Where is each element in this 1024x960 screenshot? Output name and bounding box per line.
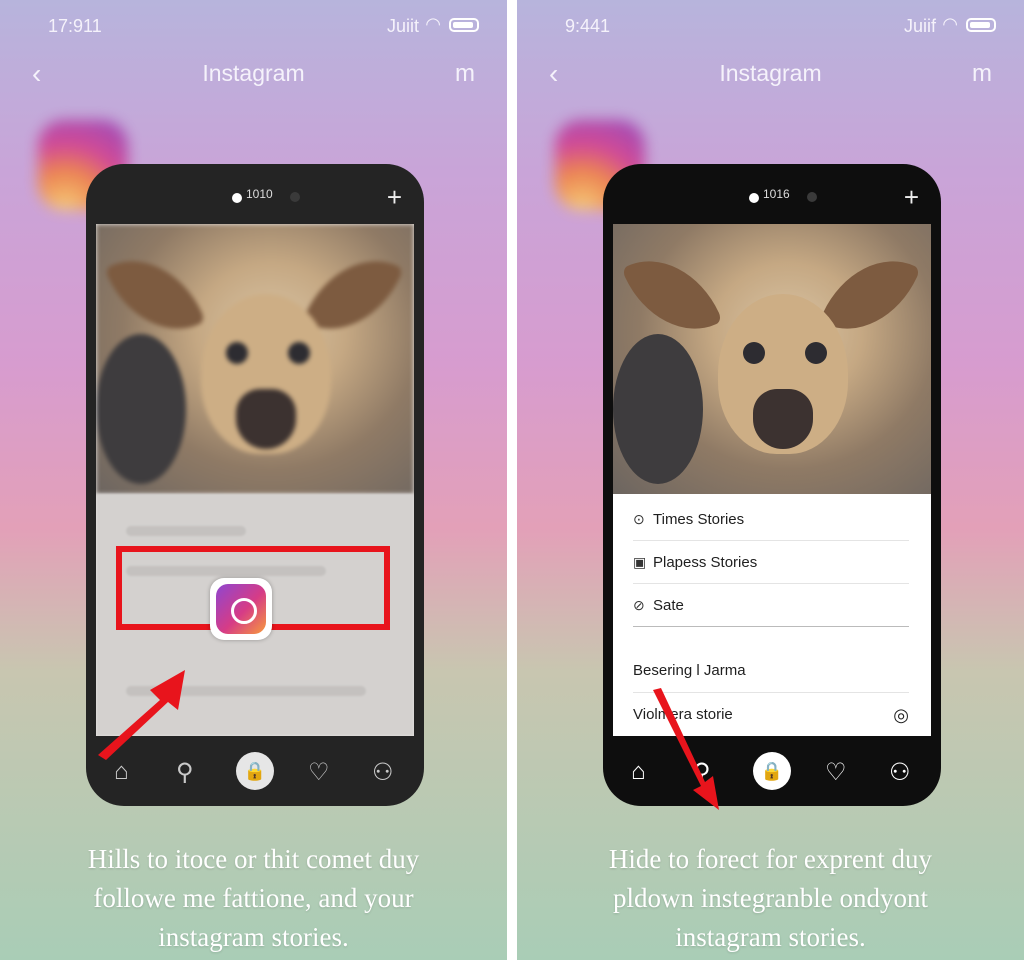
menu-item-violmera-storie[interactable]: Violmera storie ◎ <box>633 694 909 736</box>
caption-line: instagram stories. <box>675 922 866 952</box>
heart-icon[interactable]: ♡ <box>825 758 847 787</box>
phone-top-label: 1010 <box>246 187 273 201</box>
heart-icon[interactable]: ♡ <box>308 758 330 787</box>
phone-top-bar: 1016 + <box>603 182 941 212</box>
menu-item-besering[interactable]: Besering l Jarma <box>633 650 909 693</box>
lock-icon[interactable]: 🔒 <box>753 752 791 790</box>
right-panel: 9:441 Juiif ◠ ‹ Instagram m 1016 + ⊙ Tim… <box>517 0 1024 960</box>
dog-snout <box>236 389 296 449</box>
phone-screen: ⊙ Times Stories ▣ Plapess Stories ⊘ Sate Be… <box>613 224 931 736</box>
dog-eye-left <box>226 342 248 364</box>
menu-item-label: Violmera storie <box>633 706 733 723</box>
menu-item-sate[interactable]: ⊘ Sate <box>633 584 909 627</box>
photo-shadow <box>613 334 703 484</box>
search-icon[interactable]: ⚲ <box>176 758 194 787</box>
menu-item-label: Plapess Stories <box>653 554 758 571</box>
search-icon[interactable]: ⚲ <box>693 758 711 787</box>
dog-snout <box>753 389 813 449</box>
front-camera-icon <box>807 192 817 202</box>
indicator-dot-icon <box>232 193 242 203</box>
menu-button[interactable]: m <box>455 60 475 88</box>
add-icon[interactable]: + <box>387 182 402 213</box>
nav-bar: ‹ Instagram m <box>0 58 507 92</box>
menu-item-times-stories[interactable]: ⊙ Times Stories <box>633 498 909 541</box>
wifi-icon: ◠ <box>942 14 958 34</box>
left-panel: 17:911 Juiit ◠ ‹ Instagram m 1010 + ⌂ ⚲ … <box>0 0 507 960</box>
front-camera-icon <box>290 192 300 202</box>
status-time: 9:441 <box>565 16 611 36</box>
story-options-menu: ⊙ Times Stories ▣ Plapess Stories ⊘ Sate Be… <box>613 494 931 736</box>
profile-icon[interactable]: ⚇ <box>372 758 394 787</box>
dog-ear-left <box>104 239 206 351</box>
phone-mockup: 1016 + ⊙ Times Stories ▣ Plapess Stories <box>603 164 941 806</box>
image-icon: ▣ <box>633 554 647 570</box>
caption-line: Hide to forect for exprent duy <box>608 844 933 874</box>
placeholder-line <box>126 526 246 536</box>
clock-icon: ⊘ <box>633 597 645 613</box>
menu-button[interactable]: m <box>972 60 992 88</box>
status-bar: 17:911 Juiit ◠ <box>0 14 507 38</box>
dog-photo <box>613 224 931 494</box>
menu-item-plapess-stories[interactable]: ▣ Plapess Stories <box>633 541 909 584</box>
signal-label: Juiif <box>903 16 936 36</box>
phone-mockup: 1010 + ⌂ ⚲ 🔒 ♡ ⚇ <box>86 164 424 806</box>
tab-bar: ⌂ ⚲ 🔒 ♡ ⚇ <box>86 752 424 792</box>
battery-icon <box>449 18 479 32</box>
add-icon[interactable]: + <box>904 182 919 213</box>
tab-bar: ⌂ ⚲ 🔒 ♡ ⚇ <box>603 752 941 792</box>
page-title: Instagram <box>202 60 305 86</box>
menu-item-label: Sate <box>653 597 684 614</box>
dog-eye-right <box>288 342 310 364</box>
dog-photo <box>96 224 414 494</box>
lock-icon[interactable]: 🔒 <box>236 752 274 790</box>
timer-icon: ⊙ <box>633 511 645 527</box>
menu-item-label: Times Stories <box>653 511 745 528</box>
profile-icon[interactable]: ⚇ <box>889 758 911 787</box>
signal-label: Juiit <box>386 16 419 36</box>
caption: Hills to itoce or thit comet duy followe… <box>0 840 507 957</box>
wifi-icon: ◠ <box>425 14 441 34</box>
menu-item-label: Besering l Jarma <box>633 662 746 679</box>
instagram-app-icon[interactable] <box>210 578 272 640</box>
photo-shadow <box>96 334 186 484</box>
phone-top-label: 1016 <box>763 187 790 201</box>
indicator-dot-icon <box>749 193 759 203</box>
status-time: 17:911 <box>48 16 102 36</box>
home-icon[interactable]: ⌂ <box>114 758 129 786</box>
camera-icon: ◎ <box>893 705 909 725</box>
battery-icon <box>966 18 996 32</box>
page-title: Instagram <box>719 60 822 86</box>
phone-screen <box>96 224 414 736</box>
caption: Hide to forect for exprent duy pldown in… <box>517 840 1024 957</box>
status-bar: 9:441 Juiif ◠ <box>517 14 1024 38</box>
dog-eye-left <box>743 342 765 364</box>
placeholder-line <box>126 686 366 696</box>
caption-line: followe me fattione, and your <box>93 883 414 913</box>
dog-ear-left <box>621 239 723 351</box>
phone-top-bar: 1010 + <box>86 182 424 212</box>
camera-icon <box>216 584 266 634</box>
caption-line: instagram stories. <box>158 922 349 952</box>
nav-bar: ‹ Instagram m <box>517 58 1024 92</box>
dog-eye-right <box>805 342 827 364</box>
home-icon[interactable]: ⌂ <box>631 758 646 786</box>
caption-line: Hills to itoce or thit comet duy <box>87 844 420 874</box>
caption-line: pldown instegranble ondyont <box>613 883 928 913</box>
